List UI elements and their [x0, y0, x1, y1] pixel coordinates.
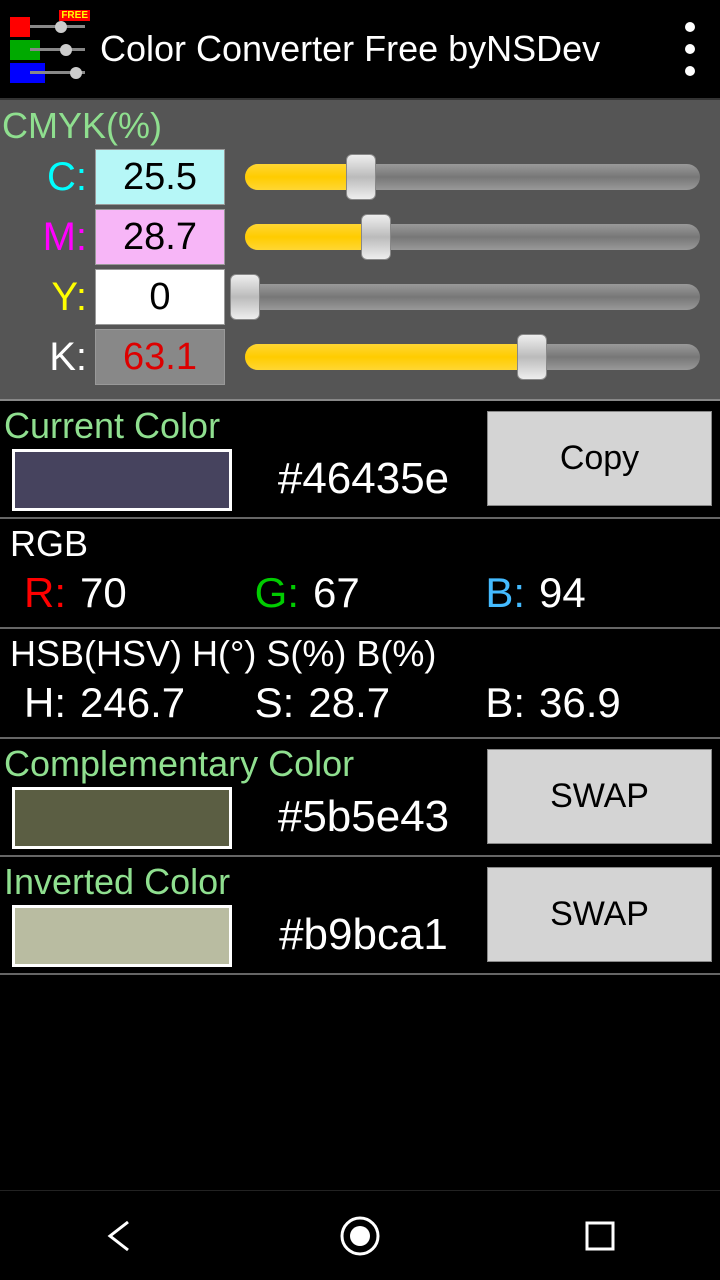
- cmyk-row-y: Y:: [0, 267, 720, 327]
- cmyk-input-c[interactable]: [95, 149, 225, 205]
- cmyk-section: CMYK(%) C: M: Y: K:: [0, 100, 720, 401]
- cmyk-label-m: M:: [0, 215, 95, 260]
- copy-button[interactable]: Copy: [487, 411, 712, 506]
- system-navbar: [0, 1190, 720, 1280]
- cmyk-slider-m[interactable]: [225, 217, 720, 257]
- cmyk-label-k: K:: [0, 335, 95, 380]
- current-color-swatch: [12, 449, 232, 511]
- cmyk-input-y[interactable]: [95, 269, 225, 325]
- hsb-value-h: 246.7: [80, 679, 185, 727]
- cmyk-slider-k[interactable]: [225, 337, 720, 377]
- rgb-section: RGB R: 70 G: 67 B: 94: [0, 519, 720, 629]
- rgb-label-g: G:: [255, 569, 299, 617]
- back-icon[interactable]: [95, 1211, 145, 1261]
- cmyk-label-c: C:: [0, 155, 95, 200]
- complementary-hex: #5b5e43: [240, 792, 487, 842]
- current-color-title: Current Color: [4, 405, 487, 447]
- rgb-label-b: B:: [485, 569, 525, 617]
- rgb-value-b: 94: [539, 569, 586, 617]
- app-title: Color Converter Free byNSDev: [100, 28, 670, 70]
- rgb-title: RGB: [4, 523, 716, 565]
- rgb-label-r: R:: [24, 569, 66, 617]
- complementary-swatch: [12, 787, 232, 849]
- cmyk-slider-c[interactable]: [225, 157, 720, 197]
- swap-complementary-button[interactable]: SWAP: [487, 749, 712, 844]
- cmyk-input-m[interactable]: [95, 209, 225, 265]
- hsb-label-b: B:: [485, 679, 525, 727]
- app-icon: FREE: [10, 12, 85, 87]
- cmyk-input-k[interactable]: [95, 329, 225, 385]
- free-badge: FREE: [59, 10, 90, 21]
- complementary-title: Complementary Color: [4, 743, 487, 785]
- cmyk-title: CMYK(%): [0, 105, 720, 147]
- inverted-title: Inverted Color: [4, 861, 487, 903]
- cmyk-row-c: C:: [0, 147, 720, 207]
- hsb-label-h: H:: [24, 679, 66, 727]
- app-header: FREE Color Converter Free byNSDev: [0, 0, 720, 100]
- inverted-hex: #b9bca1: [240, 910, 487, 960]
- cmyk-label-y: Y:: [0, 275, 95, 320]
- current-color-hex: #46435e: [240, 454, 487, 504]
- rgb-value-g: 67: [313, 569, 360, 617]
- inverted-section: Inverted Color #b9bca1 SWAP: [0, 857, 720, 975]
- hsb-label-s: S:: [255, 679, 295, 727]
- hsb-title: HSB(HSV) H(°) S(%) B(%): [4, 633, 716, 675]
- complementary-section: Complementary Color #5b5e43 SWAP: [0, 739, 720, 857]
- current-color-section: Current Color #46435e Copy: [0, 401, 720, 519]
- hsb-value-b: 36.9: [539, 679, 621, 727]
- overflow-menu-icon[interactable]: [670, 12, 710, 86]
- hsb-value-s: 28.7: [308, 679, 390, 727]
- cmyk-row-m: M:: [0, 207, 720, 267]
- recent-apps-icon[interactable]: [575, 1211, 625, 1261]
- hsb-section: HSB(HSV) H(°) S(%) B(%) H: 246.7 S: 28.7 B…: [0, 629, 720, 739]
- swap-inverted-button[interactable]: SWAP: [487, 867, 712, 962]
- inverted-swatch: [12, 905, 232, 967]
- rgb-value-r: 70: [80, 569, 127, 617]
- home-icon[interactable]: [335, 1211, 385, 1261]
- cmyk-row-k: K:: [0, 327, 720, 387]
- cmyk-slider-y[interactable]: [225, 277, 720, 317]
